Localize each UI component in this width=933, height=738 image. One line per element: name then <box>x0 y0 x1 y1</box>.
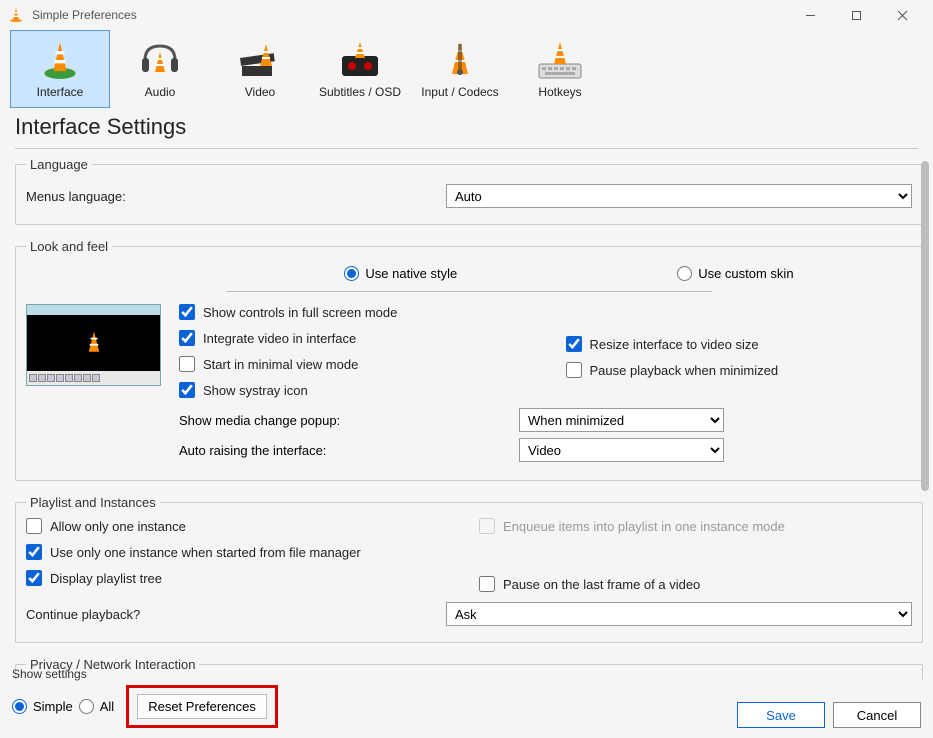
group-playlist-instances: Playlist and Instances Allow only one in… <box>15 495 923 643</box>
checkbox-start-minimal[interactable]: Start in minimal view mode <box>179 356 526 372</box>
window-title: Simple Preferences <box>32 8 787 22</box>
titlebar: Simple Preferences <box>0 0 933 30</box>
cone-icon <box>40 40 80 80</box>
checkbox-show-controls-fullscreen[interactable]: Show controls in full screen mode <box>179 304 526 320</box>
continue-playback-select[interactable]: Ask <box>446 602 912 626</box>
auto-raising-label: Auto raising the interface: <box>179 443 519 458</box>
radio-native-style[interactable]: Use native style <box>344 266 457 281</box>
headphones-cone-icon <box>139 40 181 80</box>
minimize-button[interactable] <box>787 0 833 30</box>
footer: Show settings Simple All Reset Preferenc… <box>0 680 933 738</box>
group-legend: Look and feel <box>26 239 112 254</box>
keyboard-cone-icon <box>537 40 583 80</box>
checkbox-show-systray[interactable]: Show systray icon <box>179 382 526 398</box>
menus-language-select[interactable]: Auto <box>446 184 912 208</box>
tab-hotkeys[interactable]: Hotkeys <box>510 30 610 108</box>
tab-label: Video <box>245 85 275 99</box>
group-look-and-feel: Look and feel Use native style Use custo… <box>15 239 923 481</box>
cancel-button[interactable]: Cancel <box>833 702 921 728</box>
continue-playback-label: Continue playback? <box>26 607 446 622</box>
interface-preview-image <box>26 304 161 386</box>
checkbox-integrate-video[interactable]: Integrate video in interface <box>179 330 526 346</box>
checkbox-pause-minimized[interactable]: Pause playback when minimized <box>566 362 913 378</box>
radio-show-simple[interactable]: Simple <box>12 699 73 714</box>
group-legend: Playlist and Instances <box>26 495 160 510</box>
display-cone-icon <box>336 40 384 80</box>
auto-raising-select[interactable]: Video <box>519 438 724 462</box>
checkbox-one-instance-file-manager[interactable]: Use only one instance when started from … <box>26 544 459 560</box>
tab-label: Subtitles / OSD <box>319 85 401 99</box>
tab-label: Interface <box>37 85 84 99</box>
checkbox-allow-one-instance[interactable]: Allow only one instance <box>26 518 459 534</box>
show-settings-label: Show settings <box>12 667 278 681</box>
close-button[interactable] <box>879 0 925 30</box>
tab-label: Input / Codecs <box>421 85 498 99</box>
page-title: Interface Settings <box>0 108 933 144</box>
checkbox-enqueue-one-instance: Enqueue items into playlist in one insta… <box>479 518 912 534</box>
scrollbar-thumb[interactable] <box>921 161 929 491</box>
radio-custom-skin[interactable]: Use custom skin <box>677 266 793 281</box>
tab-interface[interactable]: Interface <box>10 30 110 108</box>
divider <box>226 291 712 292</box>
menus-language-label: Menus language: <box>26 189 446 204</box>
tab-video[interactable]: Video <box>210 30 310 108</box>
category-tabs: Interface Audio Video Subtitles / OSD In… <box>0 30 933 108</box>
checkbox-pause-last-frame[interactable]: Pause on the last frame of a video <box>479 576 912 592</box>
save-button[interactable]: Save <box>737 702 825 728</box>
checkbox-resize-interface[interactable]: Resize interface to video size <box>566 336 913 352</box>
checkbox-display-playlist-tree[interactable]: Display playlist tree <box>26 570 459 586</box>
media-change-popup-select[interactable]: When minimized <box>519 408 724 432</box>
group-language: Language Menus language: Auto <box>15 157 923 225</box>
settings-scroll-area: Language Menus language: Auto Look and f… <box>0 157 933 651</box>
maximize-button[interactable] <box>833 0 879 30</box>
vlc-app-icon <box>8 7 24 23</box>
tab-label: Hotkeys <box>538 85 581 99</box>
tab-audio[interactable]: Audio <box>110 30 210 108</box>
tab-input-codecs[interactable]: Input / Codecs <box>410 30 510 108</box>
group-legend: Language <box>26 157 92 172</box>
radio-show-all[interactable]: All <box>79 699 114 714</box>
reset-preferences-button[interactable]: Reset Preferences <box>137 694 267 719</box>
zipper-cone-icon <box>440 40 480 80</box>
highlight-annotation: Reset Preferences <box>126 685 278 728</box>
tab-label: Audio <box>145 85 176 99</box>
divider <box>15 148 918 149</box>
media-change-popup-label: Show media change popup: <box>179 413 519 428</box>
tab-subtitles[interactable]: Subtitles / OSD <box>310 30 410 108</box>
clapper-cone-icon <box>238 40 282 80</box>
